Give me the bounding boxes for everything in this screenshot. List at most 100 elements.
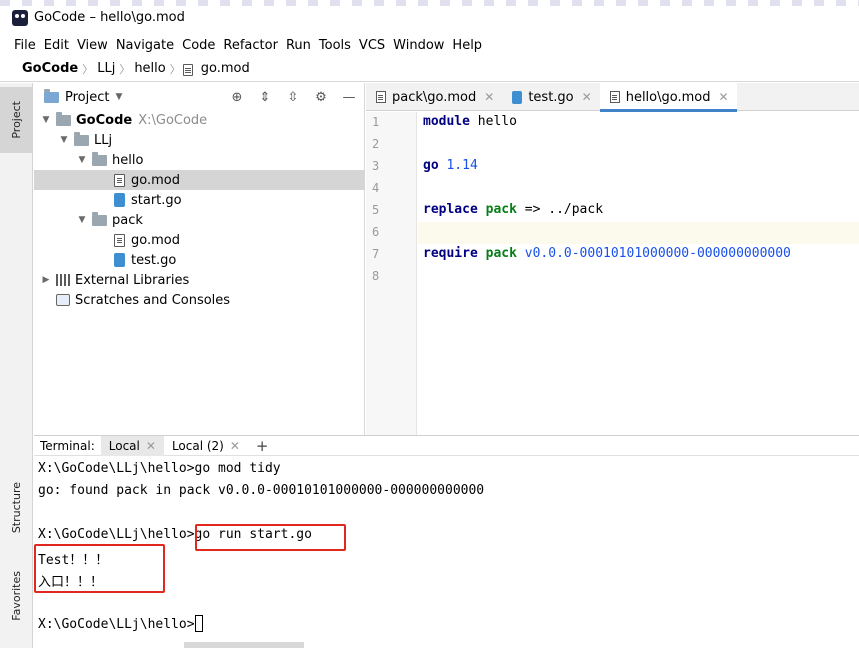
package-name: pack <box>485 246 517 261</box>
chevron-down-icon[interactable]: ▼ <box>76 215 88 225</box>
terminal-line: go: found pack in pack v0.0.0-0001010100… <box>38 483 485 498</box>
breadcrumb-hello[interactable]: hello <box>130 61 169 76</box>
library-icon <box>56 274 70 286</box>
tab-pack-go-mod[interactable]: pack\go.mod ✕ <box>366 83 502 111</box>
title-bar: GoCode – hello\go.mod <box>0 0 859 34</box>
terminal-label: Terminal: <box>40 438 95 453</box>
line-number: 7 <box>372 247 380 261</box>
menu-navigate[interactable]: Navigate <box>112 38 178 53</box>
folder-icon <box>56 111 71 126</box>
close-icon[interactable]: ✕ <box>484 90 494 104</box>
terminal-scrollbar[interactable] <box>184 642 304 648</box>
keyword: go <box>423 158 439 173</box>
folder-icon <box>92 211 107 226</box>
expand-all-icon[interactable]: ⇕ <box>256 87 274 107</box>
left-tool-strip: Project Structure Favorites <box>0 83 33 648</box>
gear-icon[interactable]: ⚙ <box>312 87 330 107</box>
highlight-command-box <box>195 524 346 551</box>
chevron-down-icon[interactable]: ▼ <box>115 92 122 102</box>
menu-view[interactable]: View <box>73 38 112 53</box>
tool-tab-project-label: Project <box>10 101 23 139</box>
close-icon[interactable]: ✕ <box>718 90 728 104</box>
menu-edit[interactable]: Edit <box>40 38 73 53</box>
menu-file[interactable]: File <box>10 38 40 53</box>
keyword: require <box>423 246 478 261</box>
terminal-tab-bar: Terminal: Local ✕ Local (2) ✕ + <box>34 435 859 456</box>
tree-node-label: go.mod <box>131 232 180 248</box>
tree-node-hello-go-mod[interactable]: go.mod <box>34 170 365 190</box>
scratches-icon <box>56 294 70 306</box>
line-number: 1 <box>372 115 380 129</box>
tab-hello-go-mod[interactable]: hello\go.mod ✕ <box>599 83 737 112</box>
go-file-icon <box>114 253 125 267</box>
close-icon[interactable]: ✕ <box>582 90 592 104</box>
hide-panel-icon[interactable]: — <box>340 87 358 107</box>
folder-icon <box>92 151 107 166</box>
tree-node-path: X:\GoCode <box>138 112 208 128</box>
terminal-tab-local[interactable]: Local ✕ <box>100 435 164 456</box>
window-title: GoCode – hello\go.mod <box>34 10 185 25</box>
breadcrumb: GoCode 〉 LLj 〉 hello 〉 go.mod <box>0 56 859 82</box>
tree-node-start-go[interactable]: start.go <box>34 190 365 210</box>
code-line-5: replace pack => ../pack <box>423 202 603 217</box>
line-number: 6 <box>372 225 380 239</box>
tree-node-test-go[interactable]: test.go <box>34 250 365 270</box>
chevron-down-icon[interactable]: ▼ <box>58 135 70 145</box>
tab-test-go[interactable]: test.go ✕ <box>502 83 599 111</box>
terminal-tab-label: Local (2) <box>171 438 224 453</box>
taskbar-strip <box>0 0 859 6</box>
tree-node-hello[interactable]: ▼ hello <box>34 150 365 170</box>
tree-node-llj[interactable]: ▼ LLj <box>34 130 365 150</box>
chevron-down-icon[interactable]: ▼ <box>40 115 52 125</box>
project-panel: Project ▼ ⊕ ⇕ ⇳ ⚙ — ▼ GoCode X:\GoCode ▼… <box>34 83 365 435</box>
breadcrumb-root[interactable]: GoCode <box>18 61 82 76</box>
tree-node-label: GoCode <box>76 112 133 128</box>
terminal-line: X:\GoCode\LLj\hello>go mod tidy <box>38 461 281 476</box>
collapse-all-icon[interactable]: ⇳ <box>284 87 302 107</box>
close-icon[interactable]: ✕ <box>230 439 240 453</box>
terminal-panel: Terminal: Local ✕ Local (2) ✕ + X:\GoCod… <box>34 435 859 648</box>
terminal-tab-local-2[interactable]: Local (2) ✕ <box>164 436 248 456</box>
tree-node-pack-go-mod[interactable]: go.mod <box>34 230 365 250</box>
menu-refactor[interactable]: Refactor <box>219 38 282 53</box>
editor-tab-bar: pack\go.mod ✕ test.go ✕ hello\go.mod ✕ <box>366 83 859 112</box>
menu-run[interactable]: Run <box>282 38 315 53</box>
tool-tab-structure[interactable]: Structure <box>0 473 33 543</box>
caret-line-highlight <box>418 222 859 244</box>
editor-gutter: 1 2 3 4 5 6 7 8 <box>366 112 417 435</box>
breadcrumb-file[interactable]: go.mod <box>197 61 254 76</box>
code-editor[interactable]: module hello go 1.14 replace pack => ../… <box>418 112 859 435</box>
tool-tab-structure-label: Structure <box>10 482 23 534</box>
tree-node-gocode[interactable]: ▼ GoCode X:\GoCode <box>34 110 365 130</box>
add-terminal-button[interactable]: + <box>248 437 277 455</box>
menu-vcs[interactable]: VCS <box>355 38 389 53</box>
tree-node-scratches[interactable]: Scratches and Consoles <box>34 290 365 310</box>
project-view-selector[interactable]: Project <box>65 90 109 105</box>
code-number: 1.14 <box>446 158 478 173</box>
menu-tools[interactable]: Tools <box>315 38 355 53</box>
terminal-prompt[interactable]: X:\GoCode\LLj\hello> <box>38 615 203 632</box>
tool-tab-favorites[interactable]: Favorites <box>0 561 33 631</box>
menu-help[interactable]: Help <box>448 38 486 53</box>
tab-label: hello\go.mod <box>625 89 711 105</box>
menu-code[interactable]: Code <box>178 38 219 53</box>
tree-node-label: External Libraries <box>75 272 190 288</box>
chevron-right-icon: 〉 <box>169 62 181 76</box>
tree-node-label: hello <box>112 152 144 168</box>
tool-tab-project[interactable]: Project <box>0 87 33 153</box>
breadcrumb-llj[interactable]: LLj <box>93 61 119 76</box>
tree-node-label: start.go <box>131 192 182 208</box>
menu-window[interactable]: Window <box>389 38 448 53</box>
go-file-icon <box>114 193 125 207</box>
locate-file-icon[interactable]: ⊕ <box>228 87 246 107</box>
tool-tab-favorites-label: Favorites <box>10 571 23 621</box>
tree-node-label: test.go <box>131 252 177 268</box>
line-number: 3 <box>372 159 380 173</box>
chevron-right-icon[interactable]: ▶ <box>40 275 52 285</box>
keyword: module <box>423 114 470 129</box>
tree-node-external-libraries[interactable]: ▶ External Libraries <box>34 270 365 290</box>
terminal-cursor <box>194 615 203 632</box>
tree-node-pack[interactable]: ▼ pack <box>34 210 365 230</box>
close-icon[interactable]: ✕ <box>146 439 156 453</box>
chevron-down-icon[interactable]: ▼ <box>76 155 88 165</box>
